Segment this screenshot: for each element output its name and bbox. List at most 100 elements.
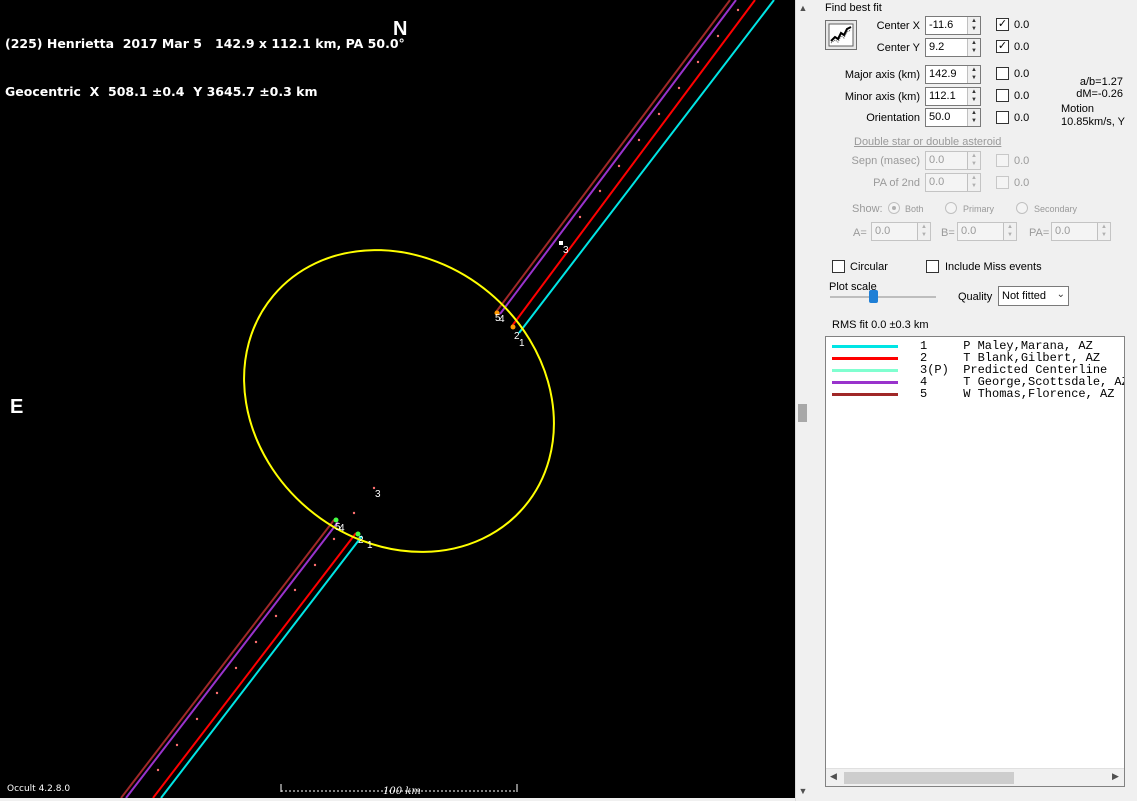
observer-list[interactable]: 1 P Maley,Marana, AZ 2 T Blank,Gilbert, … [825,336,1125,787]
center-x-spinner[interactable]: -11.6 ▲ ▼ [925,16,981,35]
quality-dropdown[interactable]: Not fitted ⌄ [998,286,1069,306]
center-x-label: Center X [876,20,920,32]
motion-value: 10.85km/s, Y [1061,116,1125,128]
spin-up-icon[interactable]: ▲ [968,109,980,117]
spin-up-icon[interactable]: ▲ [968,39,980,47]
include-miss-checkbox[interactable] [926,260,939,273]
sepn-value: 0.0 [929,154,945,166]
find-best-fit-label: Find best fit [825,2,882,14]
scale-label: 100 km [383,786,421,797]
spin-up-icon[interactable]: ▲ [1098,223,1110,231]
center-y-checkbox[interactable]: ✓ [996,40,1009,53]
spin-up-icon[interactable]: ▲ [968,17,980,25]
sepn-checkbox[interactable] [996,154,1009,167]
sepn-spinner[interactable]: 0.0 ▲ ▼ [925,151,981,170]
b-label: B= [941,227,955,239]
plot-scale-track[interactable] [830,296,936,298]
spin-down-icon[interactable]: ▼ [918,231,930,239]
double-star-link[interactable]: Double star or double asteroid [854,136,1001,148]
pa-value: 0.0 [1055,225,1071,237]
orientation-value: 50.0 [929,111,951,123]
a-label: A= [853,227,867,239]
scroll-left-icon[interactable]: ◀ [830,771,837,782]
orientation-spinner[interactable]: 50.0 ▲ ▼ [925,108,981,127]
spin-down-icon[interactable]: ▼ [968,25,980,33]
chord-line-4 [499,0,737,315]
chord-label: 4 [499,314,505,325]
include-miss-label: Include Miss events [945,261,1042,273]
spin-up-icon[interactable]: ▲ [968,88,980,96]
show-both-label: Both [905,204,924,214]
spin-up-icon[interactable]: ▲ [968,174,980,182]
major-axis-spinner[interactable]: 142.9 ▲ ▼ [925,65,981,84]
spin-down-icon[interactable]: ▼ [968,74,980,82]
version-label: Occult 4.2.8.0 [7,784,71,794]
chord-line-1-lower [160,535,363,798]
show-primary-radio[interactable] [945,202,957,214]
show-secondary-radio[interactable] [1016,202,1028,214]
horizontal-scrollbar[interactable]: ◀ ▶ [826,768,1124,786]
chord-line-2-lower [152,532,357,798]
spin-down-icon[interactable]: ▼ [968,47,980,55]
center-y-spinner[interactable]: 9.2 ▲ ▼ [925,38,981,57]
rms-fit-label: RMS fit 0.0 ±0.3 km [832,319,929,331]
spin-down-icon[interactable]: ▼ [968,96,980,104]
occultation-plot[interactable]: 5 4 2 1 3 3 5 4 2 1 (225) Henrietta 2017… [0,0,795,798]
scroll-down-icon[interactable]: ▼ [798,786,808,796]
minor-axis-uncertainty: 0.0 [1014,90,1030,102]
spin-up-icon[interactable]: ▲ [1004,223,1016,231]
pa2nd-checkbox[interactable] [996,176,1009,189]
spin-up-icon[interactable]: ▲ [968,66,980,74]
major-axis-label: Major axis (km) [844,69,920,81]
scroll-up-icon[interactable]: ▲ [798,3,808,13]
plot-scale-thumb[interactable] [869,290,878,303]
spin-up-icon[interactable]: ▲ [918,223,930,231]
chord-line-1 [518,0,775,334]
show-label: Show: [852,203,883,215]
show-both-radio[interactable] [888,202,900,214]
ab-ratio: a/b=1.27 [1079,76,1123,88]
sepn-label: Sepn (masec) [851,155,920,167]
motion-label: Motion [1061,103,1095,115]
minor-axis-checkbox[interactable] [996,89,1009,102]
orientation-uncertainty: 0.0 [1014,112,1030,124]
pa2nd-value: 0.0 [929,176,945,188]
spin-down-icon[interactable]: ▼ [968,160,980,168]
spin-down-icon[interactable]: ▼ [1004,231,1016,239]
center-y-uncertainty: 0.0 [1014,41,1030,53]
list-item[interactable]: 5 W Thomas,Florence, AZ [826,388,1124,400]
spin-up-icon[interactable]: ▲ [968,152,980,160]
orientation-checkbox[interactable] [996,111,1009,124]
fit-panel: Find best fit Center X -11.6 ▲ ▼ ✓ 0.0 Ce… [810,0,1137,801]
major-axis-checkbox[interactable] [996,67,1009,80]
b-spinner[interactable]: 0.0 ▲ ▼ [957,222,1017,241]
spin-down-icon[interactable]: ▼ [968,182,980,190]
chord-color-swatch [832,357,898,360]
pa2nd-uncertainty: 0.0 [1014,177,1030,189]
major-axis-value: 142.9 [929,68,957,80]
event-markers [333,310,516,537]
spin-down-icon[interactable]: ▼ [1098,231,1110,239]
a-spinner[interactable]: 0.0 ▲ ▼ [871,222,931,241]
minor-axis-label: Minor axis (km) [844,91,920,103]
chord-label: 1 [519,338,525,349]
minor-axis-value: 112.1 [929,90,956,102]
vertical-scrollbar[interactable]: ▲ ▼ [795,0,809,801]
minor-axis-spinner[interactable]: 112.1 ▲ ▼ [925,87,981,106]
scroll-right-icon[interactable]: ▶ [1112,771,1119,782]
chord-label: 1 [367,540,373,551]
show-primary-label: Primary [963,204,994,214]
scroll-thumb[interactable] [844,772,1014,784]
circular-checkbox[interactable] [832,260,845,273]
center-x-checkbox[interactable]: ✓ [996,18,1009,31]
chord-label: 3 [563,245,569,256]
dm-value: dM=-0.26 [1076,88,1123,100]
center-y-value: 9.2 [929,41,945,53]
pa2nd-spinner[interactable]: 0.0 ▲ ▼ [925,173,981,192]
pa-spinner[interactable]: 0.0 ▲ ▼ [1051,222,1111,241]
b-value: 0.0 [961,225,977,237]
scroll-thumb[interactable] [798,404,807,422]
spin-down-icon[interactable]: ▼ [968,117,980,125]
chord-line-4-lower [125,521,339,798]
chord-label: 2 [358,535,364,546]
